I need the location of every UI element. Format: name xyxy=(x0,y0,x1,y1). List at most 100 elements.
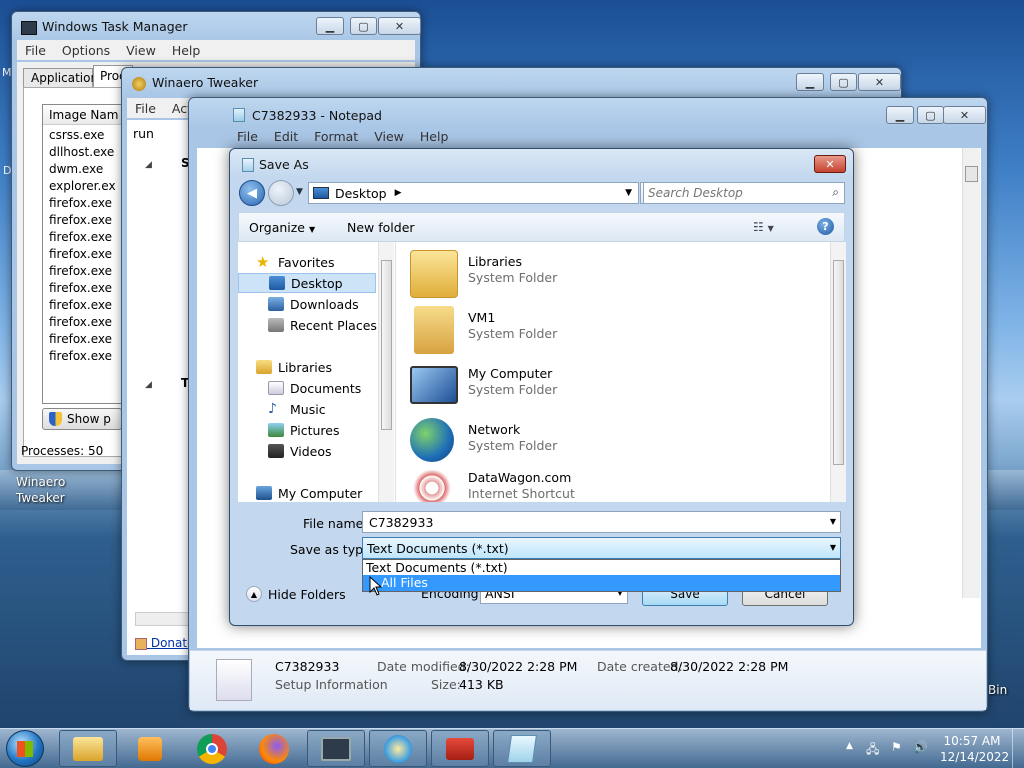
menu-options[interactable]: Options xyxy=(54,43,118,58)
search-input[interactable] xyxy=(648,185,818,201)
process-row[interactable]: firefox.exe xyxy=(43,246,121,263)
close-button[interactable]: ✕ xyxy=(378,17,421,35)
dialog-close-button[interactable]: ✕ xyxy=(814,155,846,173)
process-row[interactable]: csrss.exe xyxy=(43,127,121,144)
show-processes-button[interactable]: Show p xyxy=(42,408,122,430)
tree-expander-icon[interactable]: ◢ xyxy=(145,380,152,390)
process-row[interactable]: firefox.exe xyxy=(43,280,121,297)
help-button[interactable]: ? xyxy=(817,218,834,235)
process-row[interactable]: dllhost.exe xyxy=(43,144,121,161)
process-row[interactable]: firefox.exe xyxy=(43,229,121,246)
scrollbar-thumb[interactable] xyxy=(381,260,392,430)
minimize-button[interactable]: ▁ xyxy=(316,17,344,35)
maximize-button[interactable]: ▢ xyxy=(830,73,857,91)
file-name-combobox[interactable]: C7382933 ▼ xyxy=(362,511,841,533)
navigation-scrollbar[interactable] xyxy=(378,242,394,502)
file-list-scrollbar[interactable] xyxy=(830,242,846,502)
tray-show-hidden-icon[interactable]: ▲ xyxy=(846,741,853,751)
maximize-button[interactable]: ▢ xyxy=(917,106,944,124)
file-item[interactable]: Libraries System Folder xyxy=(410,246,810,302)
save-as-dialog[interactable]: Save As ✕ ◀ ▼ Desktop ▶ ▼ ⇆ ⌕ Organize ▼… xyxy=(229,148,854,626)
desktop-icon-label[interactable]: Winaero Tweaker xyxy=(16,474,65,506)
tray-clock[interactable]: 10:57 AM 12/14/2022 xyxy=(940,733,1009,765)
minimize-button[interactable]: ▁ xyxy=(886,106,914,124)
nav-pictures[interactable]: Pictures xyxy=(268,420,340,440)
nav-desktop[interactable]: Desktop xyxy=(238,273,376,293)
process-row[interactable]: dwm.exe xyxy=(43,161,121,178)
minimize-button[interactable]: ▁ xyxy=(796,73,824,91)
tray-network-icon[interactable]: 🖧 xyxy=(866,740,879,761)
taskbar-toolbox-button[interactable] xyxy=(431,730,489,767)
tray-volume-icon[interactable]: 🔊 xyxy=(913,740,928,754)
nav-libraries[interactable]: Libraries xyxy=(256,357,332,377)
tab-applications[interactable]: Applications xyxy=(23,68,104,88)
save-type-select[interactable]: Text Documents (*.txt) ▼ xyxy=(362,537,841,559)
show-desktop-button[interactable] xyxy=(1012,729,1024,768)
menu-view[interactable]: View xyxy=(118,43,164,58)
nav-downloads[interactable]: Downloads xyxy=(268,294,359,314)
close-button[interactable]: ✕ xyxy=(943,106,986,124)
dropdown-option-text-documents[interactable]: Text Documents (*.txt) xyxy=(363,560,840,575)
taskbar-chrome-button[interactable] xyxy=(183,730,241,767)
breadcrumb-chevron-icon[interactable]: ▶ xyxy=(395,188,402,198)
tweaker-horizontal-scrollbar[interactable] xyxy=(135,612,195,626)
hide-folders-button[interactable]: ▲ Hide Folders xyxy=(246,586,346,602)
process-row[interactable]: firefox.exe xyxy=(43,297,121,314)
menu-edit[interactable]: Edit xyxy=(266,129,306,144)
recent-locations-icon[interactable]: ▼ xyxy=(296,187,303,197)
menu-view[interactable]: View xyxy=(366,129,412,144)
nav-favorites[interactable]: ★ Favorites xyxy=(256,252,334,272)
close-button[interactable]: ✕ xyxy=(858,73,901,91)
dropdown-option-all-files[interactable]: All Files xyxy=(363,575,840,591)
tweaker-search-text[interactable]: run xyxy=(133,126,154,141)
file-item[interactable]: VM1 System Folder xyxy=(410,302,810,358)
taskbar-explorer-button[interactable] xyxy=(59,730,117,767)
tree-expander-icon[interactable]: ◢ xyxy=(145,160,152,170)
nav-videos[interactable]: Videos xyxy=(268,441,332,461)
menu-file[interactable]: File xyxy=(17,43,54,58)
view-options-button[interactable]: ☷ ▼ xyxy=(753,220,774,234)
tray-flag-icon[interactable]: ⚑ xyxy=(891,740,902,754)
notepad-vertical-scrollbar[interactable] xyxy=(962,148,980,598)
taskbar-notepad-button[interactable] xyxy=(493,730,551,767)
process-row[interactable]: firefox.exe xyxy=(43,331,121,348)
process-row[interactable]: firefox.exe xyxy=(43,348,121,365)
column-header-image-name[interactable]: Image Nam xyxy=(43,105,121,125)
process-row[interactable]: firefox.exe xyxy=(43,195,121,212)
file-name-input[interactable]: C7382933 xyxy=(369,515,433,530)
menu-help[interactable]: Help xyxy=(412,129,457,144)
chevron-down-icon[interactable]: ▼ xyxy=(830,517,836,526)
new-folder-button[interactable]: New folder xyxy=(347,220,415,235)
address-dropdown-icon[interactable]: ▼ xyxy=(625,188,632,198)
taskbar-task-manager-button[interactable] xyxy=(307,730,365,767)
maximize-button[interactable]: ▢ xyxy=(350,17,377,35)
process-row[interactable]: explorer.ex xyxy=(43,178,121,195)
recycle-bin-label[interactable]: Bin xyxy=(988,683,1007,697)
process-row[interactable]: firefox.exe xyxy=(43,263,121,280)
forward-button[interactable] xyxy=(268,180,294,206)
process-row[interactable]: firefox.exe xyxy=(43,314,121,331)
scrollbar-thumb[interactable] xyxy=(833,260,844,465)
taskbar-media-player-button[interactable] xyxy=(121,730,179,767)
menu-file[interactable]: File xyxy=(229,129,266,144)
address-bar[interactable]: Desktop ▶ ▼ xyxy=(308,182,639,204)
nav-documents[interactable]: Documents xyxy=(268,378,361,398)
nav-recent-places[interactable]: Recent Places xyxy=(268,315,377,335)
scrollbar-thumb[interactable] xyxy=(965,166,978,182)
address-desktop[interactable]: Desktop xyxy=(335,186,387,201)
file-item[interactable]: DataWagon.com Internet Shortcut xyxy=(410,462,810,502)
file-item[interactable]: My Computer System Folder xyxy=(410,358,810,414)
start-button[interactable] xyxy=(6,730,44,767)
donate-link[interactable]: Donate xyxy=(135,636,194,650)
back-button[interactable]: ◀ xyxy=(239,180,265,206)
search-box[interactable]: ⌕ xyxy=(643,182,845,204)
process-row[interactable]: firefox.exe xyxy=(43,212,121,229)
taskbar-tweaker-button[interactable] xyxy=(369,730,427,767)
menu-format[interactable]: Format xyxy=(306,129,366,144)
taskbar-firefox-button[interactable] xyxy=(245,730,303,767)
search-icon[interactable]: ⌕ xyxy=(832,185,839,200)
nav-music[interactable]: ♪ Music xyxy=(268,399,326,419)
organize-button[interactable]: Organize ▼ xyxy=(249,220,315,235)
menu-file[interactable]: File xyxy=(127,101,164,116)
nav-my-computer[interactable]: My Computer xyxy=(256,483,362,502)
